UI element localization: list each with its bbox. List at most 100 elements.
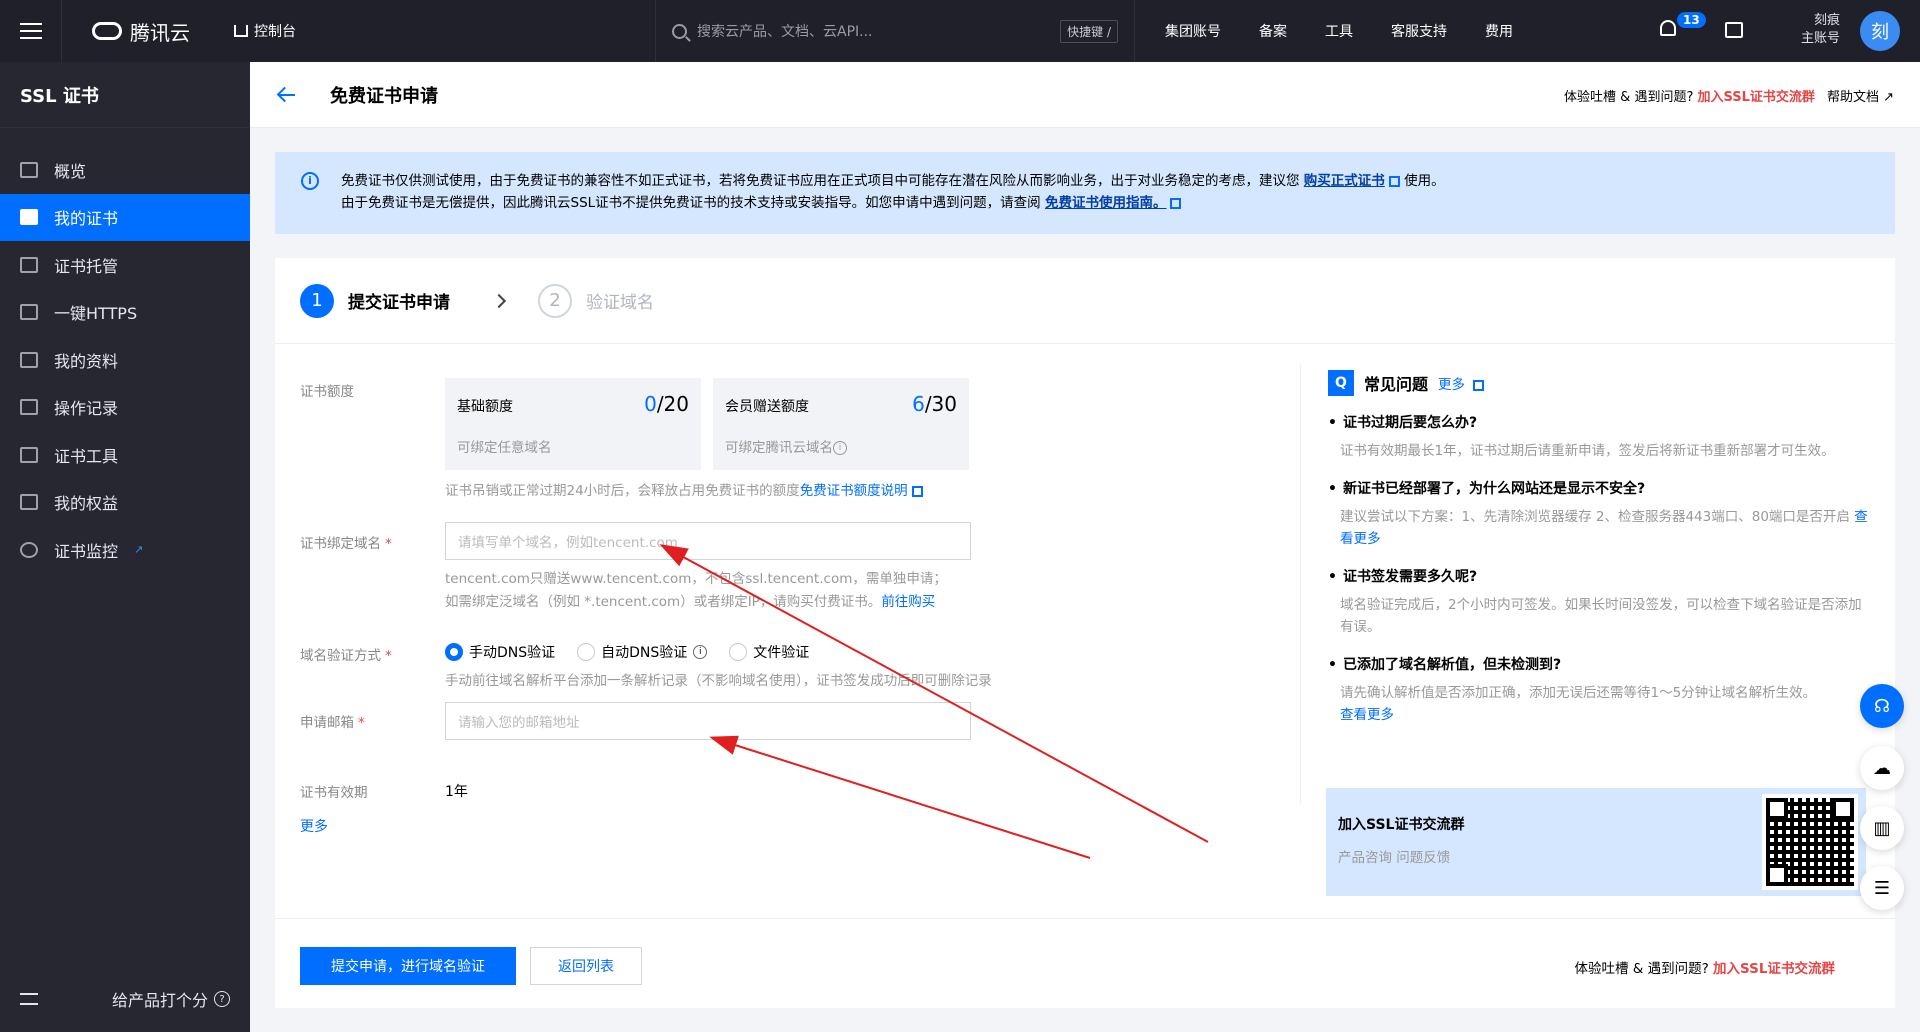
sidebar-item-benefits[interactable]: 我的权益 (0, 479, 250, 527)
quota-doc-link[interactable]: 免费证书额度说明 (800, 483, 908, 499)
faq-question[interactable]: 证书过期后要怎么办? (1328, 412, 1868, 432)
domain-input[interactable]: 请填写单个域名，例如tencent.com (445, 522, 971, 560)
hosting-icon (20, 256, 38, 273)
quota-member-used: 6 (912, 392, 925, 416)
back-arrow-icon[interactable] (276, 85, 296, 105)
notification-badge: 13 (1677, 12, 1706, 28)
notice-text-1-end: 使用。 (1404, 173, 1445, 189)
sidebar-item-tools[interactable]: 证书工具 (0, 431, 250, 479)
gift-icon (20, 494, 38, 511)
sidebar-item-label: 我的证书 (54, 209, 119, 229)
radio-dot (729, 643, 748, 661)
feedback-text: 体验吐槽 & 遇到问题? (1564, 90, 1694, 105)
quota-member-card: 会员赠送额度 6/30 可绑定腾讯云域名 i (713, 378, 969, 470)
faq-answer: 证书有效期最长1年，证书过期后请重新申请，签发后将新证书重新部署才可生效。 (1340, 443, 1835, 459)
page-title: 免费证书申请 (330, 85, 438, 107)
collapse-icon[interactable] (20, 993, 38, 1005)
domain-hint-2: 如需绑定泛域名（例如 *.tencent.com）或者绑定IP，请购买付费证书。 (445, 594, 882, 610)
menu-icon[interactable] (0, 0, 62, 62)
sidebar-item-materials[interactable]: 我的资料 (0, 336, 250, 384)
home-icon (234, 25, 248, 37)
help-doc-link[interactable]: 帮助文档 ↗ (1827, 86, 1894, 105)
sidebar-item-monitor[interactable]: 证书监控 ↗ (0, 526, 250, 574)
info-circle-icon[interactable]: i (833, 441, 847, 455)
faq-answer: 域名验证完成后，2个小时内可签发。如果长时间没签发，可以检查下域名验证是否添加有… (1340, 597, 1862, 635)
radio-manual-dns[interactable]: 手动DNS验证 (445, 642, 555, 662)
help-doc-label: 帮助文档 (1826, 90, 1879, 105)
search-icon (672, 23, 687, 39)
monitor-icon (20, 541, 38, 558)
nav-group-account[interactable]: 集团账号 (1165, 21, 1221, 41)
validity-value: 1年 (445, 784, 468, 800)
sidebar-item-overview[interactable]: 概览 (0, 146, 250, 194)
cloud-assistant-icon[interactable]: ☁ (1860, 746, 1904, 790)
notice-text-2: 由于免费证书是无偿提供，因此腾讯云SSL证书不提供免费证书的技术支持或安装指导。… (341, 195, 1041, 211)
faq-question[interactable]: 证书签发需要多久呢? (1328, 566, 1868, 586)
quota-basic-total: /20 (656, 392, 689, 416)
radio-file[interactable]: 文件验证 (729, 642, 809, 662)
sidebar-item-logs[interactable]: 操作记录 (0, 384, 250, 432)
external-link-icon (1170, 197, 1182, 209)
faq-item: 新证书已经部署了，为什么网站还是显示不安全? 建议尝试以下方案：1、先清除浏览器缓… (1328, 478, 1868, 550)
sidebar-item-hosting[interactable]: 证书托管 (0, 241, 250, 289)
sidebar-footer: 给产品打个分 ? (0, 966, 250, 1032)
join-group-link[interactable]: 加入SSL证书交流群 (1713, 961, 1835, 977)
more-options-link[interactable]: 更多 (300, 816, 328, 836)
join-group-link[interactable]: 加入SSL证书交流群 (1698, 90, 1815, 105)
quota-member-sub: 可绑定腾讯云域名 (725, 440, 833, 456)
info-circle-icon[interactable]: i (693, 645, 708, 659)
avatar[interactable]: 刻 (1860, 11, 1900, 51)
brand-logo[interactable]: 腾讯云 (62, 17, 216, 46)
sidebar-item-label: 证书工具 (54, 446, 119, 466)
faq-more-label: 更多 (1438, 377, 1466, 393)
domain-hint-1: tencent.com只赠送www.tencent.com，不包含ssl.ten… (445, 571, 947, 587)
join-group-card[interactable]: 加入SSL证书交流群 产品咨询 问题反馈 (1326, 788, 1866, 896)
submit-button[interactable]: 提交申请，进行域名验证 (300, 947, 516, 985)
user-info[interactable]: 刻痕 主账号 (1790, 12, 1840, 48)
docs-book-icon[interactable]: ▥ (1860, 806, 1904, 850)
sidebar-item-label: 操作记录 (54, 399, 119, 419)
console-link[interactable]: 控制台 (216, 21, 314, 41)
nav-filing[interactable]: 备案 (1259, 21, 1287, 41)
list-icon[interactable]: ☰ (1860, 866, 1904, 910)
faq-item: 证书签发需要多久呢? 域名验证完成后，2个小时内可签发。如果长时间没签发，可以检查… (1328, 566, 1868, 638)
email-label-text: 申请邮箱 (300, 715, 354, 731)
faq-question[interactable]: 已添加了域名解析值，但未检测到? (1328, 654, 1868, 674)
sidebar-item-label: 证书监控 (54, 541, 119, 561)
domain-label-text: 证书绑定域名 (300, 536, 381, 552)
back-to-list-button[interactable]: 返回列表 (530, 947, 642, 985)
rate-product-button[interactable]: 给产品打个分 ? (112, 987, 230, 1011)
tool-icon (20, 446, 38, 463)
sidebar-item-label: 一键HTTPS (54, 304, 138, 324)
grid-icon (20, 161, 38, 178)
chevron-right-icon (491, 293, 507, 308)
certificate-icon (20, 209, 38, 226)
top-bar: 腾讯云 控制台 搜索云产品、文档、云API... 快捷键 / 集团账号 备案 工… (0, 0, 1920, 62)
customer-service-icon[interactable]: ☊ (1860, 684, 1904, 728)
email-input[interactable]: 请输入您的邮箱地址 (445, 702, 971, 740)
global-search[interactable]: 搜索云产品、文档、云API... 快捷键 / (655, 0, 1135, 62)
guide-link[interactable]: 免费证书使用指南。 (1045, 195, 1167, 211)
buy-cert-link[interactable]: 购买正式证书 (1304, 173, 1385, 189)
footer-feedback: 体验吐槽 & 遇到问题? 加入SSL证书交流群 (1574, 957, 1835, 977)
faq-more-link[interactable]: 更多 (1438, 373, 1485, 393)
buy-paid-cert-link[interactable]: 前往购买 (881, 594, 935, 610)
faq-question[interactable]: 新证书已经部署了，为什么网站还是显示不安全? (1328, 478, 1868, 498)
info-notice: i 免费证书仅供测试使用，由于免费证书的兼容性不如正式证书，若将免费证书应用在正… (275, 152, 1895, 234)
nav-billing[interactable]: 费用 (1485, 21, 1513, 41)
qr-code-icon (1762, 794, 1858, 890)
step-2-label: 验证域名 (586, 293, 654, 313)
radio-auto-dns[interactable]: 自动DNS验证 i (577, 642, 708, 662)
steps: 1 提交证书申请 2 验证域名 (275, 258, 1895, 344)
external-link-icon: ↗ (1883, 90, 1894, 105)
nav-support[interactable]: 客服支持 (1391, 21, 1447, 41)
validity-label: 证书有效期 (300, 785, 368, 801)
sidebar-item-my-certs[interactable]: 我的证书 (0, 193, 250, 241)
sidebar-item-https[interactable]: 一键HTTPS (0, 289, 250, 337)
search-input[interactable]: 搜索云产品、文档、云API... (697, 21, 873, 41)
faq-see-more-link[interactable]: 查看更多 (1340, 707, 1394, 723)
sidebar-item-label: 我的权益 (54, 494, 119, 514)
quota-basic-sub: 可绑定任意域名 (457, 440, 552, 456)
nav-tools[interactable]: 工具 (1325, 21, 1353, 41)
message-icon[interactable] (1725, 22, 1743, 38)
